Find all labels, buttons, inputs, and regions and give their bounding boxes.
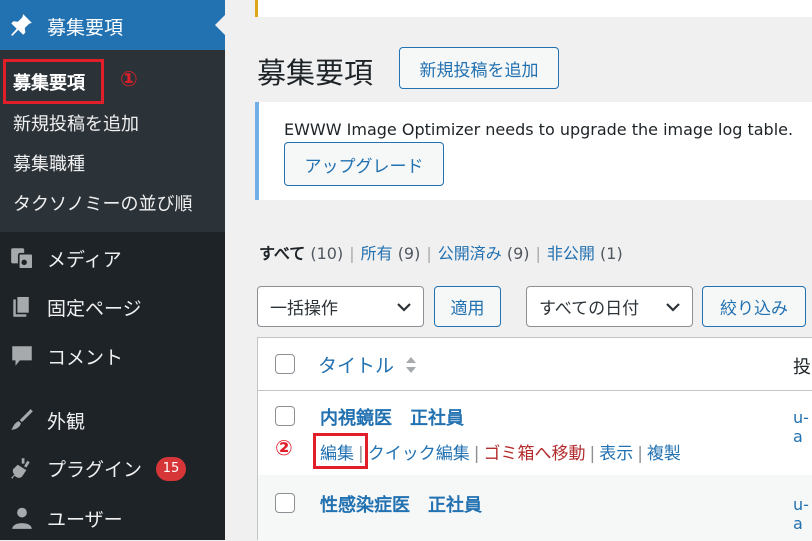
highlight-box-1 [3,59,104,104]
highlight-box-2 [313,433,368,469]
plugin-update-badge: 15 [156,457,186,481]
chevron-down-icon [666,303,680,312]
menu-appearance[interactable]: 外観 [0,396,225,442]
filter-count: (1) [600,244,623,263]
view-link[interactable]: 表示 [599,444,633,464]
header-divider [258,390,812,391]
status-filters: すべて (10) | 所有 (9) | 公開済み (9) | 非公開 (1) [259,244,623,263]
row-actions: 編集 | クイック編集 | ゴミ箱へ移動 | 表示 | 複製 [320,444,681,464]
sort-icon[interactable] [405,354,417,376]
apply-button[interactable]: 適用 [434,286,501,327]
post-title-link[interactable]: 内視鏡医 正社員 [320,404,464,430]
menu-label: メディア [47,249,122,271]
select-all-checkbox[interactable] [275,354,295,374]
menu-users[interactable]: ユーザー [0,494,225,540]
comment-icon [12,346,32,366]
step-2-marker: ② [275,436,293,460]
author-link[interactable]: u-a [793,495,812,533]
pin-icon [11,14,32,36]
upgrade-notice: EWWW Image Optimizer needs to upgrade th… [255,102,812,200]
menu-label: コメント [47,347,124,369]
menu-plugins[interactable]: プラグイン 15 [0,444,225,490]
plugin-icon [11,458,30,479]
select-value: 一括操作 [270,299,338,319]
page-icon [13,295,31,317]
step-1-marker: ① [120,67,138,91]
submenu-item-job-types[interactable]: 募集職種 [13,150,85,176]
duplicate-link[interactable]: 複製 [647,444,681,464]
filter-count: (9) [397,244,421,263]
admin-sidebar: 募集要項 募集要項 新規投稿を追加 募集職種 タクソノミーの並び順 ① メディア… [0,0,225,540]
table-row: 性感染症医 正社員 u-a [258,475,812,541]
select-value: すべての日付 [539,299,640,319]
post-title-link[interactable]: 性感染症医 正社員 [320,491,482,517]
author-link[interactable]: u-a [793,408,812,446]
column-author-header[interactable]: 投 [793,353,811,379]
menu-media[interactable]: メディア [0,234,225,280]
filter-published[interactable]: 公開済み [438,244,502,263]
trash-link[interactable]: ゴミ箱へ移動 [483,444,585,464]
filter-button[interactable]: 絞り込み [702,286,806,327]
menu-label: ユーザー [47,509,123,531]
row-checkbox[interactable] [275,493,295,513]
quick-edit-link[interactable]: クイック編集 [368,444,470,464]
filter-all[interactable]: すべて [259,244,305,263]
date-filter-select[interactable]: すべての日付 [526,286,693,327]
add-new-post-button[interactable]: 新規投稿を追加 [399,47,559,89]
bulk-action-select[interactable]: 一括操作 [257,286,424,327]
menu-pages[interactable]: 固定ページ [0,283,225,329]
upgrade-button[interactable]: アップグレード [284,142,444,186]
filter-private[interactable]: 非公開 [547,244,595,263]
chevron-down-icon [397,303,411,312]
filter-count: (9) [506,244,530,263]
menu-label: プラグイン [47,459,143,481]
menu-recruitment[interactable]: 募集要項 [0,0,225,50]
menu-label: 外観 [47,411,86,433]
menu-label: 募集要項 [47,17,124,39]
active-arrow [215,15,225,35]
top-notice [255,0,812,17]
filter-mine[interactable]: 所有 [361,244,393,263]
row-checkbox[interactable] [275,406,295,426]
notice-message: EWWW Image Optimizer needs to upgrade th… [284,120,794,139]
column-title-header[interactable]: タイトル [318,351,394,378]
submenu-item-add-new[interactable]: 新規投稿を追加 [13,110,139,136]
menu-label: 固定ページ [47,298,142,320]
posts-table: タイトル 投 内視鏡医 正社員 u-a ② 編集 | クイック編集 | ゴミ箱へ移動 | 表… [257,337,812,541]
user-icon [12,507,32,529]
filter-count: (10) [310,244,344,263]
media-icon [11,248,34,270]
page-title: 募集要項 [257,56,374,90]
submenu-item-taxonomy-order[interactable]: タクソノミーの並び順 [13,190,192,216]
menu-comments[interactable]: コメント [0,332,225,378]
brush-icon [11,409,33,430]
